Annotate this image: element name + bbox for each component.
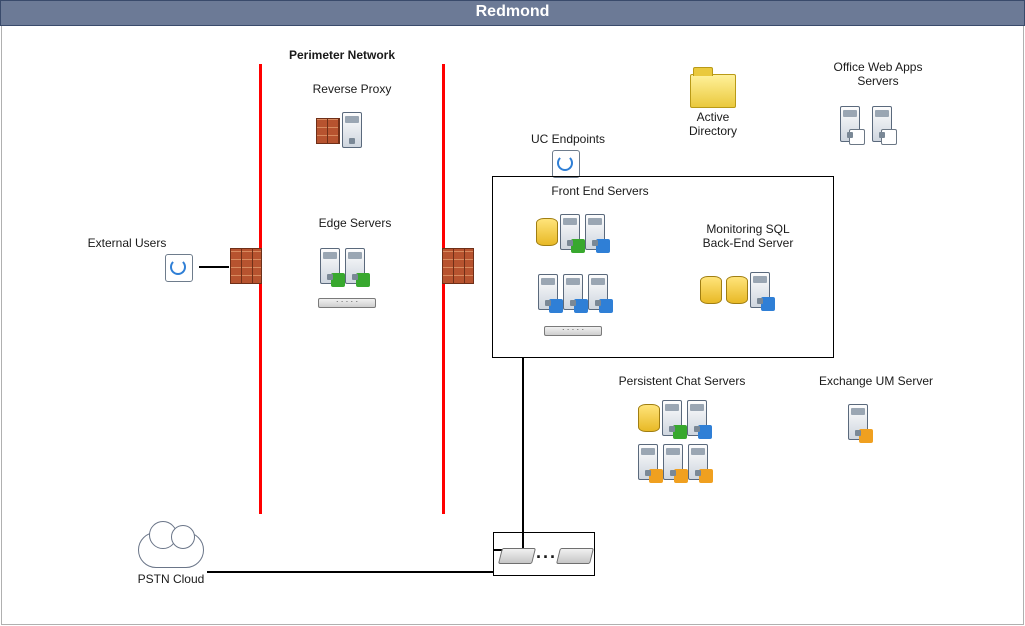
router-dots: ...	[536, 542, 557, 563]
active-directory-icon	[690, 74, 736, 108]
title-bar: Redmond	[0, 0, 1025, 26]
title-text: Redmond	[476, 3, 550, 20]
label-exchange-um: Exchange UM Server	[806, 374, 946, 388]
firewall-left-icon	[230, 248, 262, 284]
router-left-icon	[498, 548, 536, 564]
edge-server-1-icon	[320, 248, 340, 284]
label-active-directory: Active Directory	[678, 110, 748, 138]
fe-badge-3	[549, 299, 563, 313]
pc-server-5-icon	[688, 444, 708, 480]
fe-server-5-icon	[588, 274, 608, 310]
label-pstn-cloud: PSTN Cloud	[116, 572, 226, 586]
edge-badge-2	[356, 273, 370, 287]
fe-server-1-icon	[560, 214, 580, 250]
fe-switch-icon	[544, 326, 602, 336]
label-persistent-chat: Persistent Chat Servers	[602, 374, 762, 388]
mon-badge	[761, 297, 775, 311]
perimeter-heading: Perimeter Network	[272, 48, 412, 62]
edge-switch-icon	[318, 298, 376, 308]
owa-badge-2	[881, 129, 897, 145]
fe-badge-1	[571, 239, 585, 253]
label-office-web-apps: Office Web Apps Servers	[818, 60, 938, 88]
perimeter-line-left	[259, 64, 262, 514]
owa-server-2-icon	[872, 106, 892, 142]
reverse-proxy-firewall-icon	[316, 118, 340, 144]
line-fe-down	[522, 357, 524, 551]
external-users-icon	[165, 254, 193, 282]
pc-badge-3	[649, 469, 663, 483]
owa-badge-1	[849, 129, 865, 145]
pc-server-3-icon	[638, 444, 658, 480]
firewall-right-icon	[442, 248, 474, 284]
pc-badge-5	[699, 469, 713, 483]
pstn-cloud-icon	[138, 532, 204, 568]
fe-badge-4	[574, 299, 588, 313]
fe-server-4-icon	[563, 274, 583, 310]
mon-db-1-icon	[700, 276, 722, 304]
fe-badge-2	[596, 239, 610, 253]
mon-server-icon	[750, 272, 770, 308]
pc-server-2-icon	[687, 400, 707, 436]
ex-badge	[859, 429, 873, 443]
exchange-um-server-icon	[848, 404, 868, 440]
edge-badge-1	[331, 273, 345, 287]
pc-badge-2	[698, 425, 712, 439]
edge-server-2-icon	[345, 248, 365, 284]
fe-server-2-icon	[585, 214, 605, 250]
perimeter-line-right	[442, 64, 445, 514]
pc-server-4-icon	[663, 444, 683, 480]
label-monitoring-sql: Monitoring SQL Back-End Server	[688, 222, 808, 250]
fe-badge-5	[599, 299, 613, 313]
pc-badge-4	[674, 469, 688, 483]
label-uc-endpoints: UC Endpoints	[518, 132, 618, 146]
uc-endpoints-icon	[552, 150, 580, 178]
label-external-users: External Users	[82, 236, 172, 250]
label-reverse-proxy: Reverse Proxy	[292, 82, 412, 96]
pc-badge-1	[673, 425, 687, 439]
pc-server-1-icon	[662, 400, 682, 436]
owa-server-1-icon	[840, 106, 860, 142]
line-extusers-fw	[199, 266, 229, 268]
fe-db-1-icon	[536, 218, 558, 246]
pc-db-icon	[638, 404, 660, 432]
label-front-end: Front End Servers	[530, 184, 670, 198]
fe-server-3-icon	[538, 274, 558, 310]
diagram-canvas: Perimeter Network External Users Reverse…	[1, 26, 1024, 625]
reverse-proxy-server-icon	[342, 112, 362, 148]
label-edge-servers: Edge Servers	[300, 216, 410, 230]
router-right-icon	[556, 548, 594, 564]
mon-db-2-icon	[726, 276, 748, 304]
line-pstn-router	[207, 571, 493, 573]
